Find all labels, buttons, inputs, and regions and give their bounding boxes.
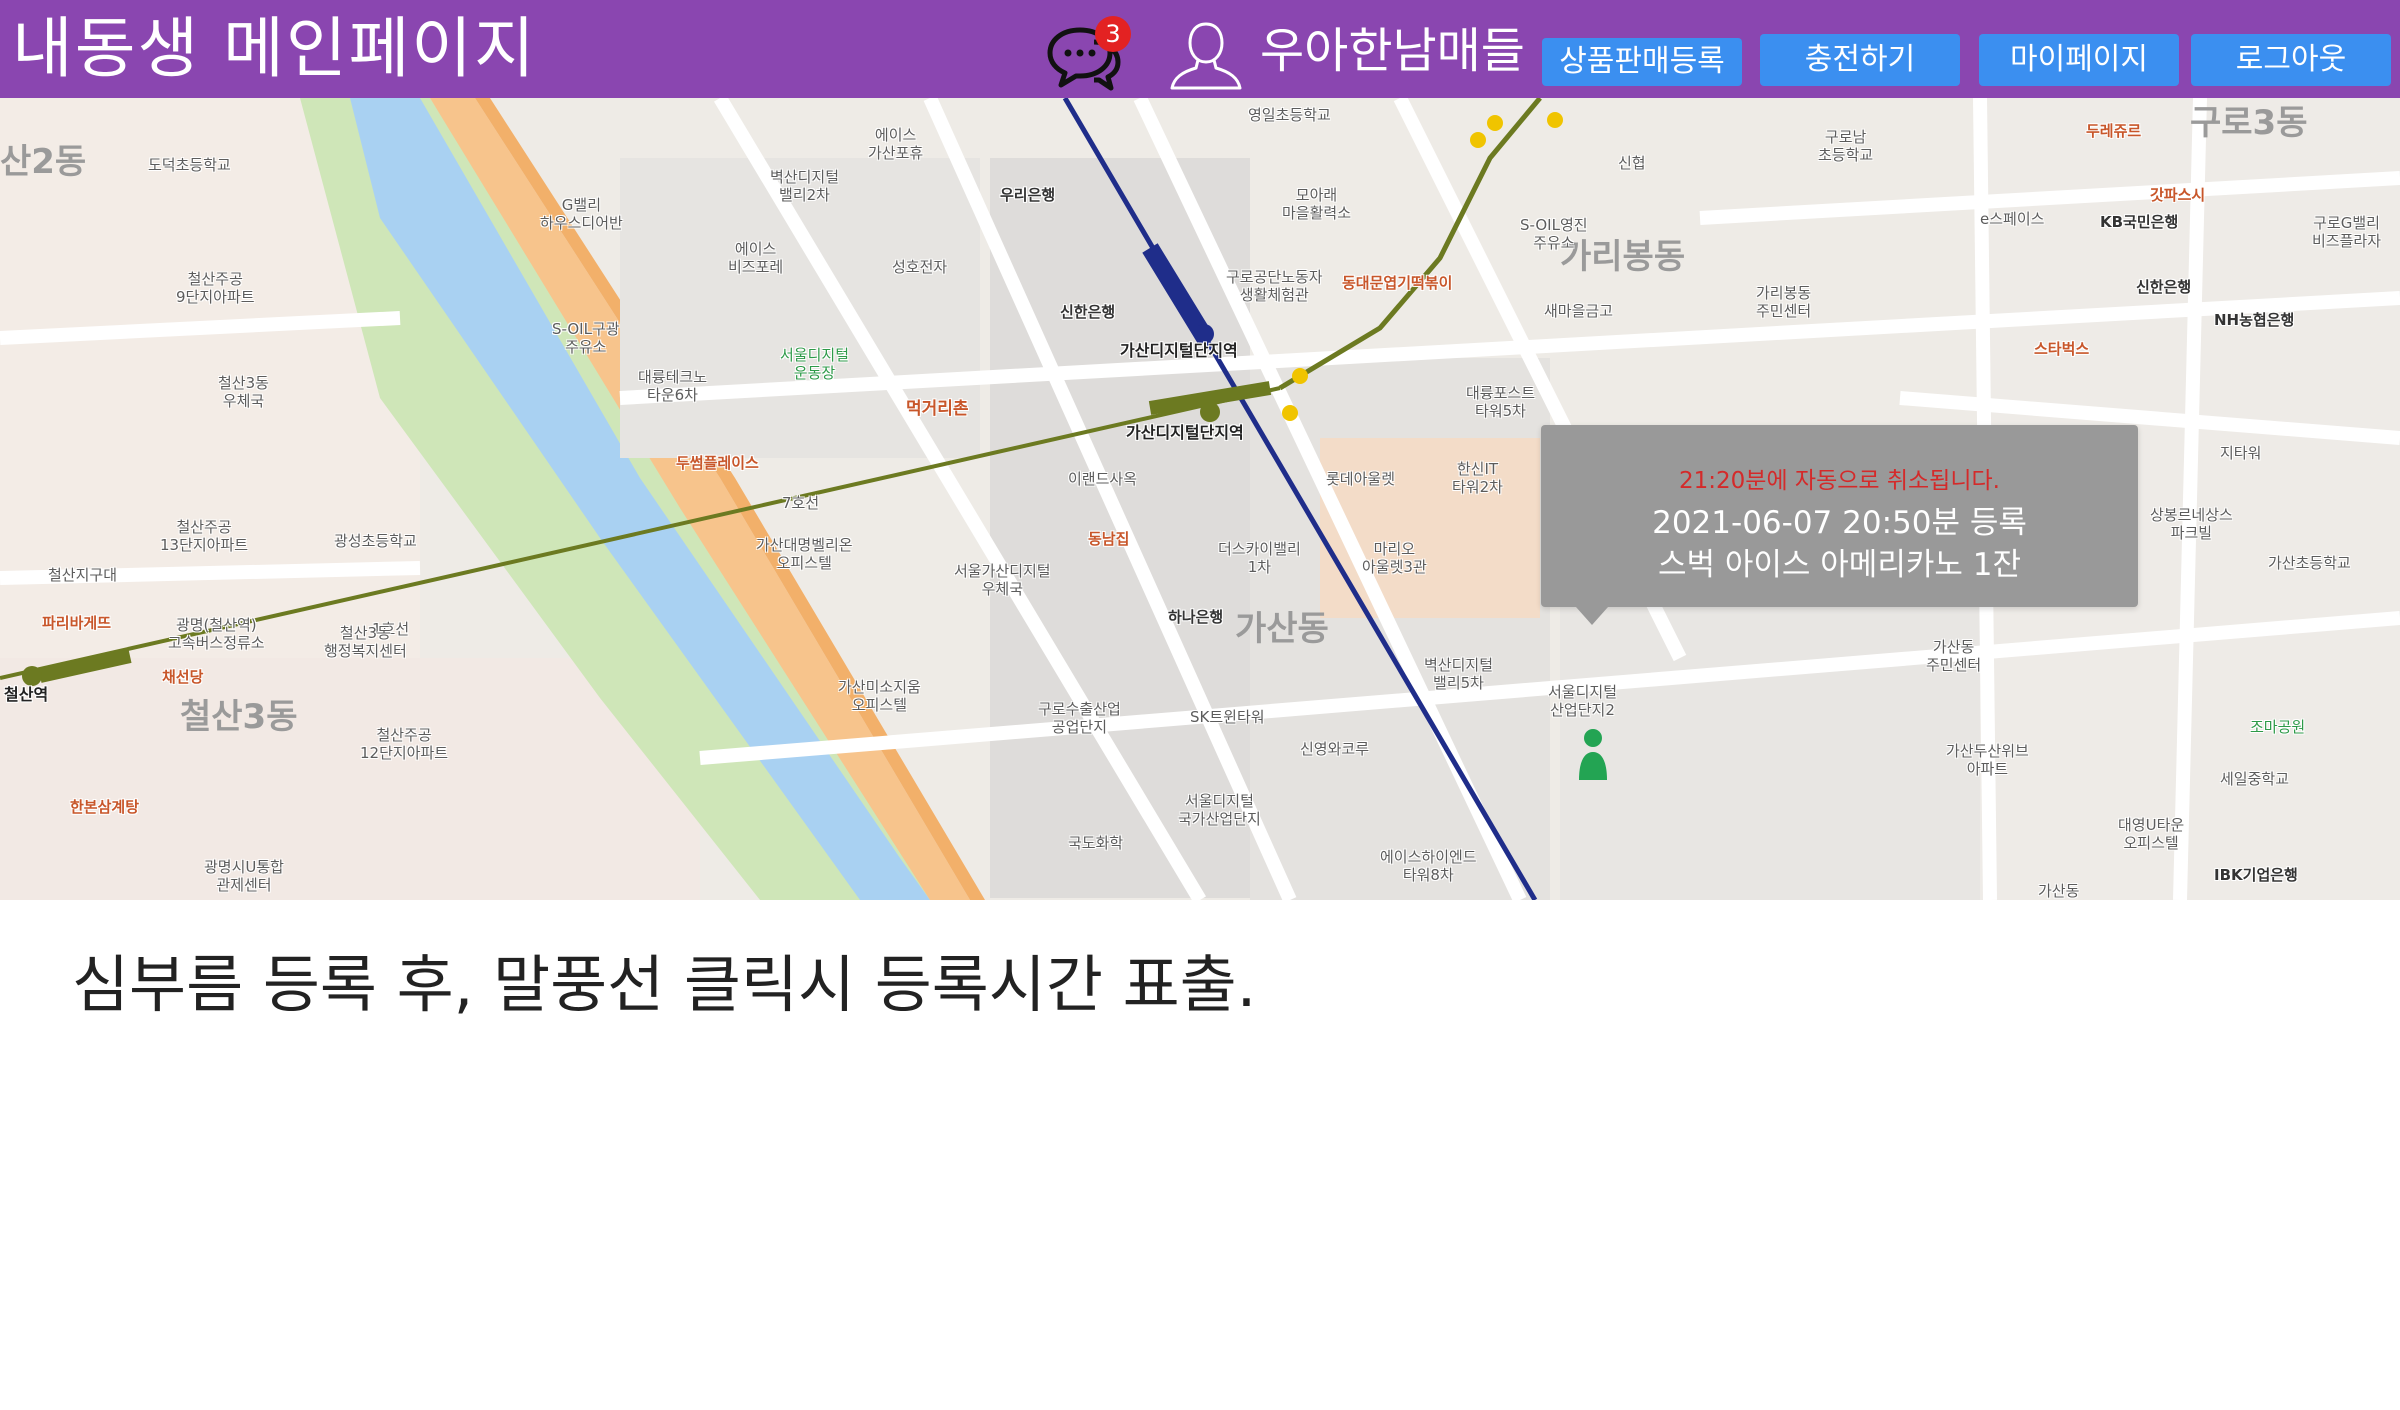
poi-label: 구로G밸리 비즈플라자: [2312, 214, 2382, 250]
poi-label: 모아래 마을활력소: [1282, 186, 1352, 222]
poi-label: 서울디지털 국가산업단지: [1178, 792, 1261, 828]
poi-label: 세일중학교: [2220, 770, 2290, 788]
poi-label: e스페이스: [1980, 210, 2045, 228]
poi-label: 구로수출산업 공업단지: [1038, 700, 1121, 736]
poi-label: 구로남 초등학교: [1818, 128, 1874, 164]
chat-notification-badge[interactable]: 3: [1095, 16, 1131, 52]
district-label: 가산동: [1235, 609, 1329, 649]
poi-label: 가산두산위브 아파트: [1946, 742, 2029, 778]
poi-label: 가산초등학교: [2268, 554, 2351, 572]
poi-label: 새마을금고: [1544, 302, 1614, 320]
district-label: 철산3동: [180, 697, 298, 737]
username: 우아한남매들: [1260, 23, 1525, 79]
poi-label: 신한은행: [1060, 303, 1116, 321]
poi-label: G밸리 하우스디어반: [540, 196, 623, 232]
poi-label: 도덕초등학교: [148, 156, 231, 174]
person-pin-icon[interactable]: [1576, 728, 1610, 784]
poi-label: 한신IT 타워2차: [1452, 460, 1503, 496]
poi-label: 철산3동 우체국: [218, 374, 269, 410]
poi-label: 벽산디지털 밸리5차: [1424, 656, 1494, 692]
poi-label: S-OIL영진 주유소: [1520, 216, 1588, 252]
poi-label: 신영와코루: [1300, 740, 1370, 758]
errand-item: 스벅 아이스 아메리카노 1잔: [1657, 547, 2021, 583]
description-caption: 심부름 등록 후, 말풍선 클릭시 등록시간 표출.: [72, 948, 1257, 1021]
poi-label: 광명시U통합 관제센터: [204, 858, 284, 894]
poi-label: 지타워: [2220, 444, 2262, 462]
page-title: 내동생 메인페이지: [12, 10, 537, 87]
poi-label: 대륭테크노 타운6차: [638, 368, 708, 404]
info-callout[interactable]: 21:20분에 자동으로 취소됩니다. 2021-06-07 20:50분 등록…: [1541, 425, 2138, 607]
poi-label: 철산3동 행정복지센터: [324, 624, 407, 660]
poi-label: 벽산디지털 밸리2차: [770, 168, 840, 204]
callout-tail: [1576, 607, 1608, 625]
poi-label: KB국민은행: [2100, 213, 2179, 231]
poi-label: 스타벅스: [2034, 340, 2090, 358]
poi-label: 동남집: [1088, 530, 1130, 548]
poi-label: 조마공원: [2250, 718, 2306, 736]
poi-label: 국도화학: [1068, 834, 1124, 852]
poi-label: 이랜드사옥: [1068, 470, 1138, 488]
poi-label: 가산대명벨리온 오피스텔: [756, 536, 853, 572]
poi-label: 서울디지털 산업단지2: [1548, 683, 1618, 719]
poi-label: 광명(철산역) 고속버스정류소: [168, 616, 265, 652]
poi-label: 서울디지털 운동장: [780, 346, 850, 382]
poi-label: 파리바게뜨: [42, 614, 112, 632]
auto-cancel-notice: 21:20분에 자동으로 취소됩니다.: [1679, 468, 2000, 494]
poi-label: 더스카이밸리 1차: [1218, 540, 1301, 576]
line-label: 7호선: [782, 494, 820, 512]
poi-label: 마리오 아울렛3관: [1362, 540, 1427, 576]
poi-label: 신한은행: [2136, 278, 2192, 296]
mypage-button[interactable]: 마이페이지: [1979, 34, 2179, 86]
registered-time: 2021-06-07 20:50분 등록: [1652, 505, 2027, 541]
poi-label: 철산주공 13단지아파트: [160, 518, 249, 554]
poi-label: 가리봉동 주민센터: [1756, 284, 1812, 320]
product-register-button[interactable]: 상품판매등록: [1542, 38, 1742, 86]
poi-label: 가산미소지움 오피스텔: [838, 678, 921, 714]
poi-label: 에이스 비즈포레: [728, 240, 784, 276]
poi-label: 롯데아울렛: [1326, 470, 1396, 488]
poi-label: 대영U타운 오피스텔: [2118, 816, 2185, 852]
poi-label: 철산주공 12단지아파트: [360, 726, 449, 762]
poi-label: NH농협은행: [2214, 311, 2295, 329]
poi-label: 상봉르네상스 파크빌: [2150, 506, 2233, 542]
poi-label: 에이스 가산포휴: [868, 126, 924, 162]
poi-label: 먹거리촌: [906, 399, 969, 419]
poi-label: 철산주공 9단지아파트: [176, 270, 255, 306]
poi-label: 신협: [1618, 154, 1646, 172]
top-nav-bar: 내동생 메인페이지 3 우아한남매들 상품판매등록 충전하기 마이페이지 로그아…: [0, 0, 2400, 98]
district-label: 구로3동: [2190, 103, 2308, 143]
poi-label: 두썸플레이스: [676, 454, 759, 472]
charge-button[interactable]: 충전하기: [1760, 34, 1960, 86]
poi-label: 가산동 주민센터: [1926, 638, 1982, 674]
poi-label: 대륭포스트 타워5차: [1466, 384, 1536, 420]
poi-label: SK트윈타워: [1190, 708, 1265, 726]
poi-label: 성호전자: [892, 258, 948, 276]
poi-label: 채선당: [162, 668, 204, 686]
user-outline-icon: [1170, 22, 1242, 90]
station-label: 가산디지털단지역: [1126, 423, 1244, 442]
poi-label: 구로공단노동자 생활체험관: [1226, 268, 1323, 304]
poi-label: 하나은행: [1168, 608, 1224, 626]
district-label: 산2동: [0, 142, 87, 182]
poi-label: 서울가산디지털 우체국: [954, 562, 1051, 598]
poi-label: 한본삼계탕: [70, 798, 140, 816]
poi-label: 가산동: [2038, 882, 2080, 900]
poi-label: 두레쥬르: [2086, 122, 2142, 140]
station-label: 가산디지털단지역: [1120, 341, 1238, 360]
poi-label: 광성초등학교: [334, 532, 417, 550]
poi-label: IBK기업은행: [2214, 866, 2298, 884]
poi-label: 영일초등학교: [1248, 106, 1331, 124]
poi-label: 에이스하이엔드 타워8차: [1380, 848, 1477, 884]
poi-label: 우리은행: [1000, 186, 1056, 204]
poi-label: 동대문엽기떡볶이: [1342, 274, 1453, 292]
poi-label: 갓파스시: [2150, 186, 2206, 204]
poi-label: 철산지구대: [48, 566, 118, 584]
poi-label: S-OIL구광 주유소: [552, 320, 620, 356]
station-label: 철산역: [4, 685, 49, 704]
logout-button[interactable]: 로그아웃: [2191, 34, 2391, 86]
